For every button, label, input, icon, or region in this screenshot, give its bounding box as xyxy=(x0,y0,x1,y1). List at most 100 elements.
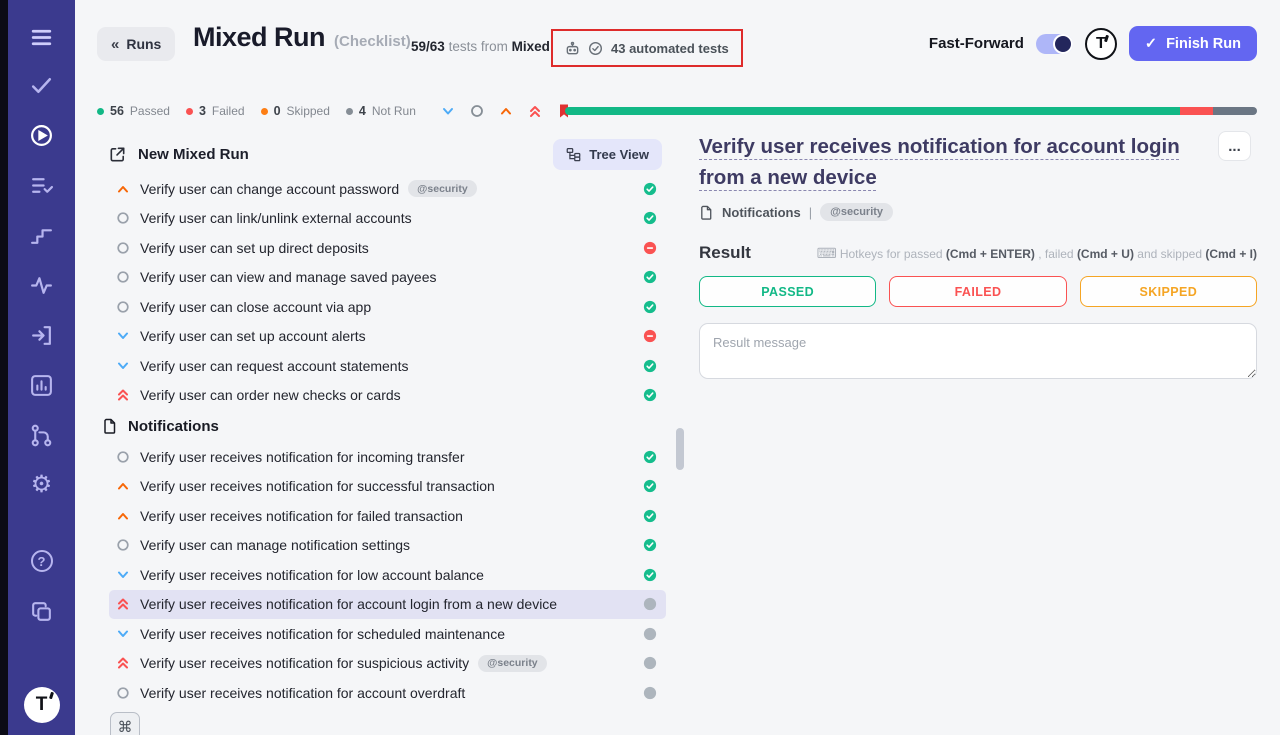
testomat-logo[interactable]: T xyxy=(24,687,60,723)
run-type-label: (Checklist) xyxy=(334,33,411,50)
run-panel-header: New Mixed Run Tree View xyxy=(85,134,670,174)
priority-none-icon xyxy=(115,269,131,285)
priority-critical-icon xyxy=(115,655,131,671)
tree-icon xyxy=(566,147,581,162)
file-icon xyxy=(699,205,714,220)
test-row[interactable]: Verify user receives notification for lo… xyxy=(109,560,666,590)
test-row[interactable]: Verify user receives notification for in… xyxy=(109,442,666,472)
result-message-input[interactable] xyxy=(699,323,1257,379)
app-root: ⚙ ? T « Runs Mixed Run (Checklist) 59/63… xyxy=(0,0,1280,735)
status-dot-icon xyxy=(97,108,104,115)
failed-button[interactable]: FAILED xyxy=(889,276,1066,307)
run-list-icon[interactable] xyxy=(19,160,65,210)
menu-icon[interactable] xyxy=(19,14,65,60)
status-passed-icon xyxy=(643,359,657,373)
status-passed-icon xyxy=(643,479,657,493)
pulse-icon[interactable] xyxy=(19,260,65,310)
test-row-selected[interactable]: Verify user receives notification for ac… xyxy=(109,590,666,620)
check-icon[interactable] xyxy=(19,60,65,110)
scrollbar[interactable] xyxy=(676,428,684,470)
status-notrun-icon xyxy=(643,656,657,670)
circle-icon[interactable] xyxy=(469,103,485,119)
result-buttons: PASSED FAILED SKIPPED xyxy=(699,276,1257,307)
test-row[interactable]: Verify user can change account password@… xyxy=(109,174,666,204)
stat-chip-not-run[interactable]: 4Not Run xyxy=(346,104,416,118)
test-detail-title[interactable]: Verify user receives notification for ac… xyxy=(699,131,1204,193)
test-list: Verify user can change account password@… xyxy=(85,174,670,708)
bar-chart-icon[interactable] xyxy=(19,360,65,410)
main-area: « Runs Mixed Run (Checklist) 59/63 tests… xyxy=(75,0,1280,735)
automated-tests-badge[interactable]: 43 automated tests xyxy=(551,29,743,67)
tree-view-button[interactable]: Tree View xyxy=(553,139,662,170)
test-row[interactable]: Verify user receives notification for fa… xyxy=(109,501,666,531)
double-chevron-up-icon[interactable] xyxy=(527,103,543,119)
status-passed-icon xyxy=(643,568,657,582)
check-circle-icon xyxy=(588,41,603,56)
finish-run-button[interactable]: ✓ Finish Run xyxy=(1129,26,1257,61)
priority-low-icon xyxy=(115,567,131,583)
suite-link[interactable]: Notifications xyxy=(722,205,801,220)
test-row[interactable]: Verify user can close account via app xyxy=(109,292,666,322)
stat-chip-skipped[interactable]: 0Skipped xyxy=(261,104,330,118)
test-row[interactable]: Verify user can set up direct deposits xyxy=(109,233,666,263)
skipped-button[interactable]: SKIPPED xyxy=(1080,276,1257,307)
play-circle-icon[interactable] xyxy=(19,110,65,160)
priority-none-icon xyxy=(115,449,131,465)
test-row[interactable]: Verify user receives notification for ac… xyxy=(109,678,666,708)
page-title: Mixed Run (Checklist) xyxy=(193,22,411,53)
status-dot-icon xyxy=(186,108,193,115)
sidebar: ⚙ ? T xyxy=(0,0,75,735)
test-row[interactable]: Verify user receives notification for su… xyxy=(109,649,666,679)
help-icon[interactable]: ? xyxy=(19,536,65,586)
launch-run-icon xyxy=(108,145,127,164)
priority-none-icon xyxy=(115,537,131,553)
progress-segment-failed xyxy=(1180,107,1213,115)
chevron-up-icon[interactable] xyxy=(498,103,514,119)
tag-badge: @security xyxy=(478,655,547,672)
tag-badge: @security xyxy=(408,180,477,197)
steps-icon[interactable] xyxy=(19,210,65,260)
status-notrun-icon xyxy=(643,597,657,611)
check-icon: ✓ xyxy=(1145,36,1157,52)
test-row[interactable]: Verify user can order new checks or card… xyxy=(109,381,666,411)
testomat-badge-icon[interactable]: T xyxy=(1085,28,1117,60)
sign-in-icon[interactable] xyxy=(19,310,65,360)
status-passed-icon xyxy=(643,270,657,284)
stats-chips: 56Passed 3Failed 0Skipped 4Not Run xyxy=(97,104,416,118)
priority-low-icon xyxy=(115,328,131,344)
copy-icon[interactable] xyxy=(19,586,65,636)
priority-filters xyxy=(440,103,572,119)
test-row[interactable]: Verify user can link/unlink external acc… xyxy=(109,204,666,234)
run-tests-panel: New Mixed Run Tree View Verify user can … xyxy=(85,134,670,735)
priority-none-icon xyxy=(115,299,131,315)
status-passed-icon xyxy=(643,300,657,314)
stat-chip-passed[interactable]: 56Passed xyxy=(97,104,170,118)
stat-chip-failed[interactable]: 3Failed xyxy=(186,104,245,118)
command-hint-button[interactable]: ⌘ xyxy=(110,712,140,735)
robot-icon xyxy=(565,41,580,56)
test-row[interactable]: Verify user can set up account alerts xyxy=(109,322,666,352)
git-branch-icon[interactable] xyxy=(19,410,65,460)
passed-button[interactable]: PASSED xyxy=(699,276,876,307)
back-to-runs-button[interactable]: « Runs xyxy=(97,27,175,61)
result-heading: Result xyxy=(699,243,751,263)
more-options-button[interactable]: ... xyxy=(1218,131,1251,161)
tests-count-summary: 59/63 tests from Mixed xyxy=(411,39,550,54)
status-passed-icon xyxy=(643,211,657,225)
test-row[interactable]: Verify user receives notification for su… xyxy=(109,472,666,502)
test-row[interactable]: Verify user receives notification for sc… xyxy=(109,619,666,649)
tag-badge[interactable]: @security xyxy=(820,203,893,221)
priority-none-icon xyxy=(115,210,131,226)
test-row[interactable]: Verify user can manage notification sett… xyxy=(109,531,666,561)
gear-icon[interactable]: ⚙ xyxy=(19,460,65,510)
test-row[interactable]: Verify user can view and manage saved pa… xyxy=(109,263,666,293)
priority-high-icon xyxy=(115,508,131,524)
test-detail-panel: Verify user receives notification for ac… xyxy=(699,131,1257,379)
suite-row[interactable]: Notifications xyxy=(102,410,670,442)
status-dot-icon xyxy=(346,108,353,115)
chevron-down-icon[interactable] xyxy=(440,103,456,119)
fast-forward-toggle[interactable] xyxy=(1036,34,1073,54)
test-row[interactable]: Verify user can request account statemen… xyxy=(109,351,666,381)
file-icon xyxy=(102,418,118,434)
toggle-knob xyxy=(1053,34,1073,54)
